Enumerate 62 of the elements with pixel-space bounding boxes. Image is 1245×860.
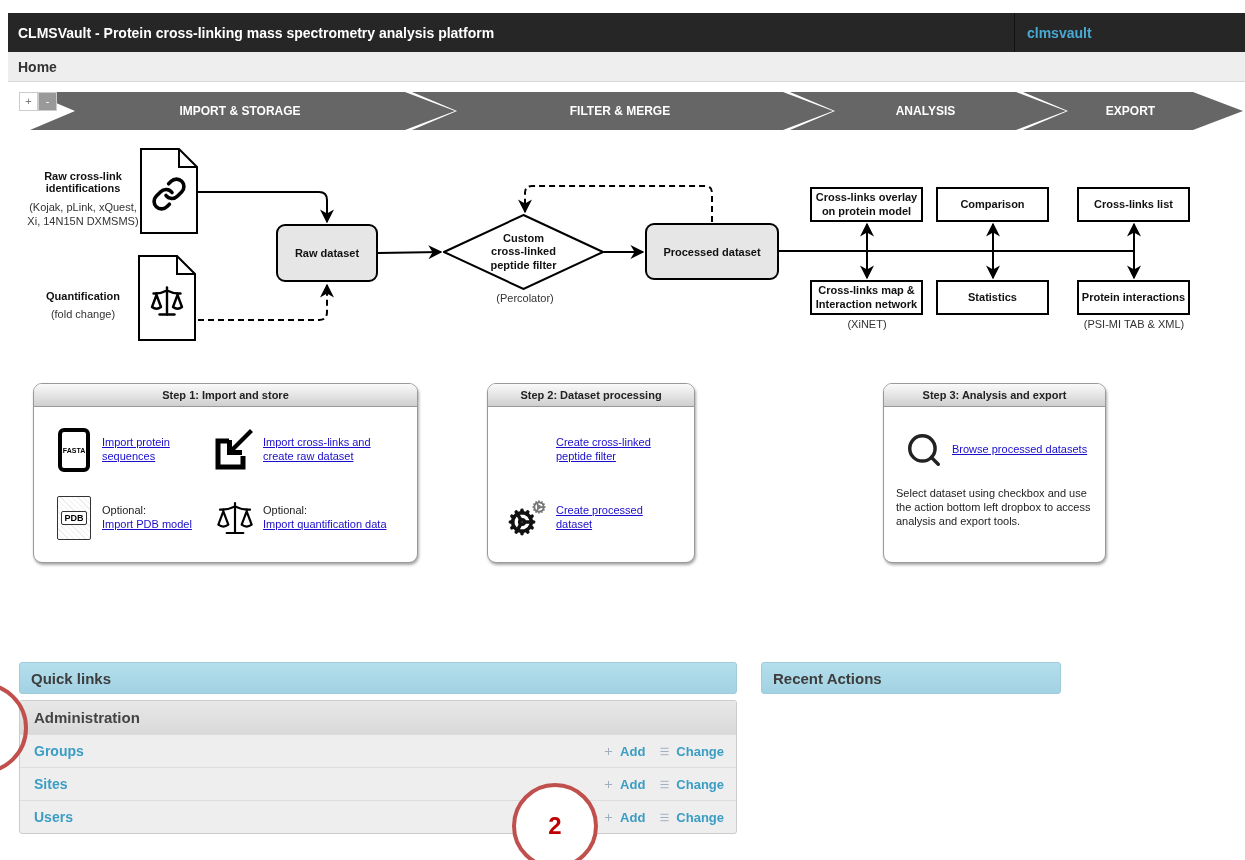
- action-link[interactable]: Browse processed datasets: [952, 443, 1102, 457]
- model-link[interactable]: Sites: [34, 776, 68, 792]
- model-link[interactable]: Groups: [34, 743, 84, 759]
- zoom-button[interactable]: +: [19, 92, 38, 111]
- pipeline-stage: EXPORT: [1023, 92, 1243, 130]
- output-node: Protein interactions: [1077, 280, 1190, 315]
- input-note: (fold change): [50, 308, 116, 320]
- output-node: Cross-links list: [1077, 187, 1190, 222]
- search-icon: [905, 431, 943, 469]
- filter-node: Custom cross-linked peptide filter: [443, 214, 604, 290]
- list-icon: [659, 811, 671, 823]
- action-link[interactable]: Create processed dataset: [556, 504, 666, 532]
- processed-dataset-node: Processed dataset: [645, 223, 779, 280]
- add-link[interactable]: Add: [603, 743, 646, 759]
- scale-document-icon: [138, 255, 196, 341]
- change-link[interactable]: Change: [659, 743, 724, 759]
- output-node: Statistics: [936, 280, 1049, 315]
- input-label: Raw cross-link identifications: [43, 170, 123, 194]
- model-link[interactable]: Users: [34, 809, 73, 825]
- action-link[interactable]: Import quantification data: [263, 518, 403, 532]
- optional-label: Optional:: [263, 504, 309, 518]
- app-title: CLMSVault - Protein cross-linking mass spectrometry analysis platform: [17, 24, 496, 41]
- add-link[interactable]: Add: [603, 776, 646, 792]
- admin-title: Administration: [20, 701, 736, 735]
- branch-arrow: [986, 222, 1000, 280]
- action-link[interactable]: Import PDB model: [102, 518, 197, 532]
- card-title: Step 2: Dataset processing: [488, 384, 694, 407]
- output-note: (XiNET): [846, 318, 888, 330]
- plus-icon: [603, 745, 615, 757]
- change-link[interactable]: Change: [659, 776, 724, 792]
- gears-icon: [508, 500, 548, 536]
- input-label: Quantification: [45, 290, 121, 302]
- branch-arrow: [1127, 222, 1141, 280]
- add-link[interactable]: Add: [603, 809, 646, 825]
- plus-icon: [603, 811, 615, 823]
- raw-dataset-node: Raw dataset: [276, 224, 378, 282]
- quick-links-header: Quick links: [19, 662, 737, 694]
- output-note: (PSI-MI TAB & XML): [1082, 318, 1186, 330]
- change-link[interactable]: Change: [659, 809, 724, 825]
- output-node: Comparison: [936, 187, 1049, 222]
- card-title: Step 3: Analysis and export: [884, 384, 1105, 407]
- output-node: Cross-links overlay on protein model: [810, 187, 923, 222]
- user-link[interactable]: clmsvault: [1027, 24, 1092, 41]
- input-note: (Kojak, pLink, xQuest, Xi, 14N15N DXMSMS): [26, 200, 140, 229]
- list-icon: [659, 745, 671, 757]
- branch-arrow: [860, 222, 874, 280]
- output-node: Cross-links map & Interaction network: [810, 280, 923, 315]
- action-link[interactable]: Import protein sequences: [102, 436, 197, 464]
- action-link[interactable]: Import cross-links and create raw dataset: [263, 436, 403, 464]
- optional-label: Optional:: [102, 504, 148, 518]
- card-title: Step 1: Import and store: [34, 384, 417, 407]
- arrow: [603, 245, 645, 259]
- chain-document-icon: [140, 148, 198, 234]
- action-link[interactable]: Create cross-linked peptide filter: [556, 436, 666, 464]
- file-icon: PDB: [57, 496, 91, 540]
- recent-actions-header: Recent Actions: [761, 662, 1061, 694]
- filter-note: (Percolator): [495, 292, 555, 304]
- arrow: [377, 245, 443, 260]
- list-icon: [659, 778, 671, 790]
- breadcrumb[interactable]: Home: [18, 58, 57, 75]
- card-description: Select dataset using checkbox and use the action bottom left dropbox to access analysis and export tools.: [896, 487, 1092, 529]
- plus-icon: [603, 778, 615, 790]
